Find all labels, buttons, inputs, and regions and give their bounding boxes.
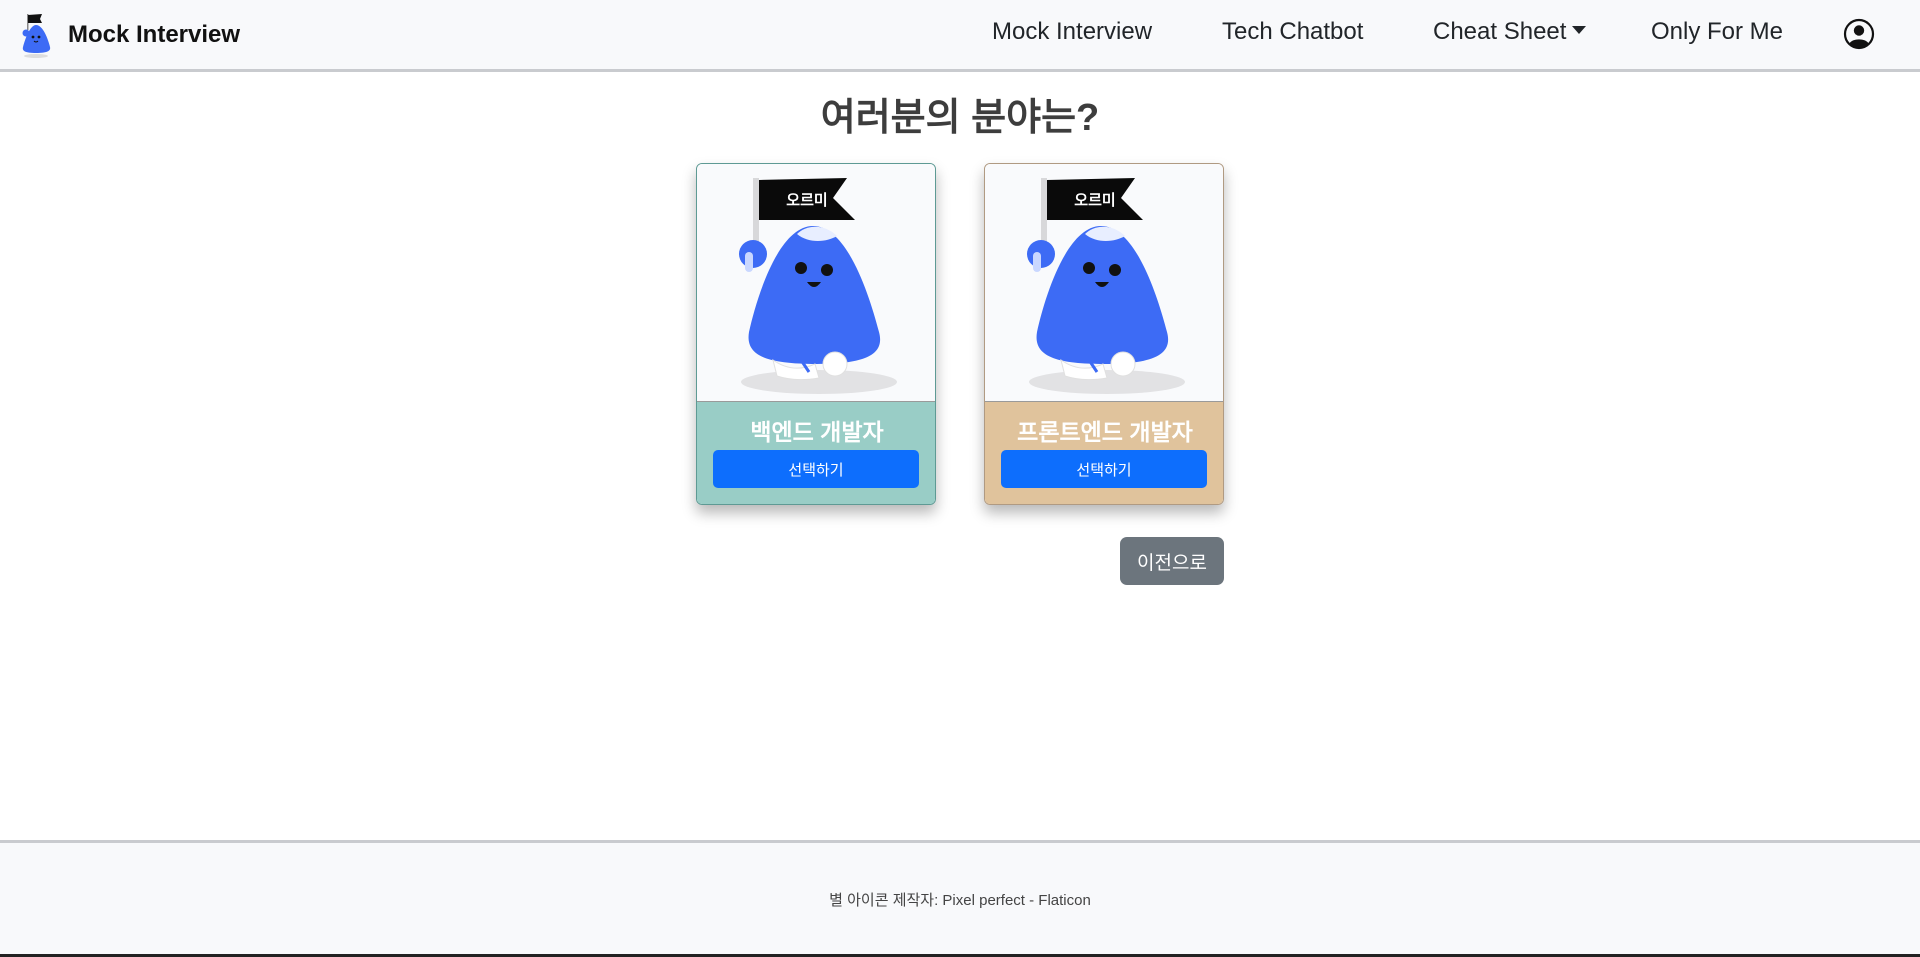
field-card-frontend[interactable]: 오르미 프론트엔드 개발자 선택하기 (984, 163, 1224, 505)
select-backend-button[interactable]: 선택하기 (713, 450, 919, 488)
nav-mock-interview[interactable]: Mock Interview (992, 18, 1152, 46)
mascot-illustration-icon: 오르미 (739, 178, 897, 394)
back-button[interactable]: 이전으로 (1120, 537, 1224, 585)
nav-cheat-sheet[interactable]: Cheat Sheet (1433, 18, 1587, 46)
card-title: 백엔드 개발자 (750, 419, 884, 445)
flag-label: 오르미 (786, 191, 827, 209)
field-card-backend[interactable]: 오르미 백엔드 개발자 선택하기 (696, 163, 936, 505)
nav-menu: Mock Interview Tech Chatbot Cheat Sheet … (0, 0, 1920, 69)
nav-only-for-me[interactable]: Only For Me (1651, 18, 1783, 46)
select-frontend-button[interactable]: 선택하기 (1001, 450, 1207, 488)
nav-tech-chatbot[interactable]: Tech Chatbot (1222, 18, 1363, 46)
card-image: 오르미 (697, 164, 935, 402)
caret-down-icon (1572, 25, 1587, 34)
card-body: 프론트엔드 개발자 선택하기 (985, 402, 1223, 504)
navbar: Mock Interview Mock Interview Tech Chatb… (0, 0, 1920, 72)
card-image: 오르미 (985, 164, 1223, 402)
footer-credit: 별 아이콘 제작자: Pixel perfect - Flaticon (829, 892, 1091, 909)
mascot-illustration-icon: 오르미 (1027, 178, 1185, 394)
user-circle-icon[interactable] (1843, 18, 1875, 50)
card-body: 백엔드 개발자 선택하기 (697, 402, 935, 504)
card-title: 프론트엔드 개발자 (1017, 419, 1193, 445)
flag-label: 오르미 (1074, 191, 1115, 209)
page-title: 여러분의 분야는? (820, 97, 1100, 139)
nav-cheat-sheet-label: Cheat Sheet (1433, 18, 1567, 45)
footer: 별 아이콘 제작자: Pixel perfect - Flaticon (0, 840, 1920, 957)
